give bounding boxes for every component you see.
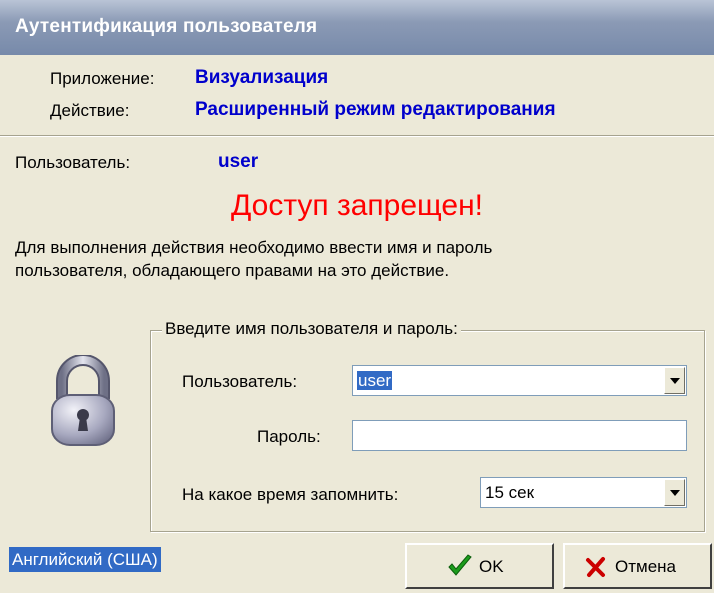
cancel-button[interactable]: Отмена [563, 543, 712, 589]
window-title: Аутентификация пользователя [15, 16, 318, 37]
username-combobox[interactable]: user [352, 365, 687, 396]
auth-dialog: Аутентификация пользователя Приложение: … [0, 0, 714, 593]
ok-label: OK [479, 557, 504, 576]
password-label: Пароль: [257, 427, 321, 446]
ok-button[interactable]: OK [405, 543, 554, 589]
app-value: Визуализация [195, 67, 329, 88]
cancel-label: Отмена [615, 557, 676, 576]
action-label: Действие: [50, 101, 130, 120]
action-value: Расширенный режим редактирования [195, 99, 556, 120]
dropdown-arrow-icon[interactable] [664, 479, 685, 506]
credentials-group-caption: Введите имя пользователя и пароль: [162, 319, 461, 339]
checkmark-icon [447, 554, 473, 583]
password-field[interactable] [352, 420, 687, 451]
app-label: Приложение: [50, 69, 155, 88]
dropdown-arrow-icon[interactable] [664, 367, 685, 394]
remember-time-combobox[interactable]: 15 сек [480, 477, 687, 508]
title-bar[interactable]: Аутентификация пользователя [0, 0, 714, 55]
username-value: user [357, 371, 393, 390]
current-user-value: user [218, 151, 259, 172]
current-user-label: Пользователь: [15, 153, 131, 172]
separator [0, 135, 714, 137]
cross-icon [585, 556, 607, 583]
access-denied-message: Доступ запрещен! [231, 189, 483, 222]
padlock-icon [50, 354, 116, 452]
description-line-2: пользователя, обладающего правами на это… [15, 261, 450, 280]
remember-time-label: На какое время запомнить: [182, 485, 399, 504]
description-line-1: Для выполнения действия необходимо ввест… [15, 238, 493, 257]
description: Для выполнения действия необходимо ввест… [15, 236, 492, 282]
language-indicator[interactable]: Английский (США) [9, 547, 161, 572]
remember-time-value: 15 сек [485, 483, 535, 502]
username-label: Пользователь: [182, 372, 298, 391]
